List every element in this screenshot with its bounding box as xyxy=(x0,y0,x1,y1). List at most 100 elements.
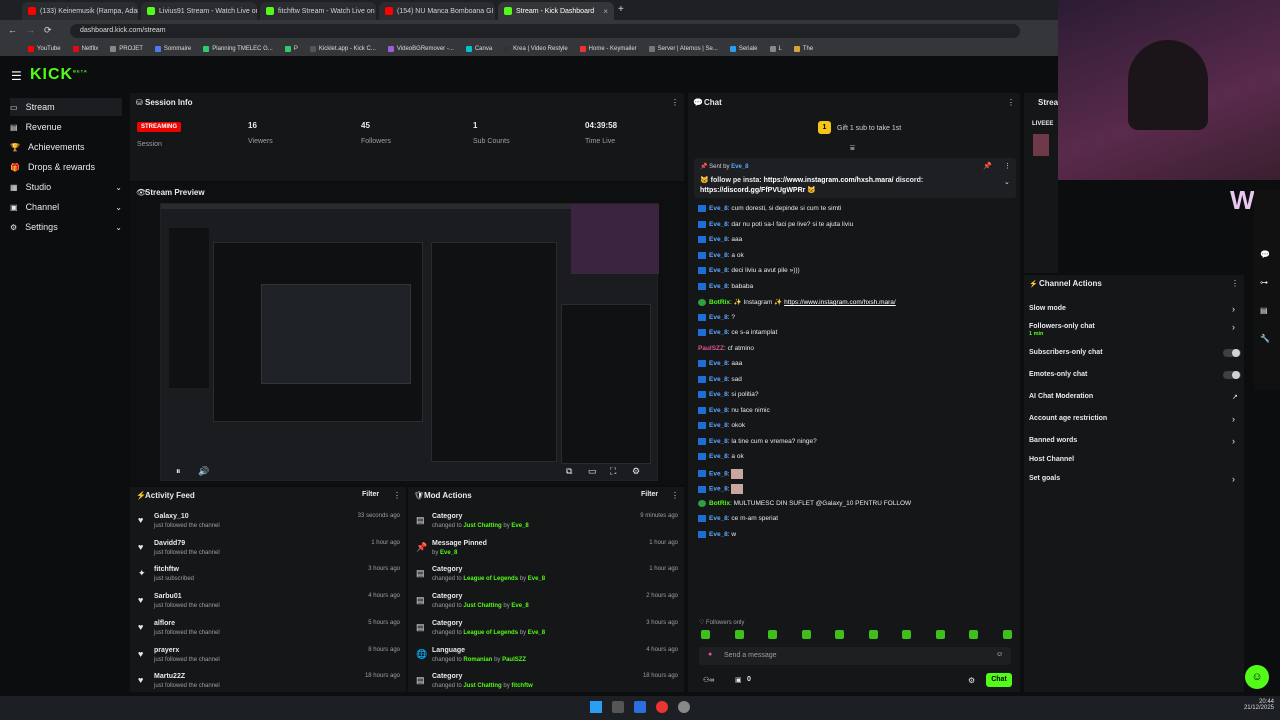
emote-icon[interactable] xyxy=(902,630,911,639)
unpin-icon[interactable]: 📌 xyxy=(983,162,992,170)
activity-user[interactable]: prayerx xyxy=(154,647,179,654)
bookmark-item[interactable]: Netflix xyxy=(72,46,98,52)
emote-icon[interactable] xyxy=(935,630,945,639)
new-tab-icon[interactable]: + xyxy=(618,4,624,15)
chat-message[interactable]: BotRix: ✨ Instagram ✨ https://www.instag… xyxy=(698,298,896,306)
browser-tab[interactable]: (154) NU Manca Bomboana GI× xyxy=(379,2,495,20)
taskbar-app-icon[interactable] xyxy=(612,701,624,713)
chrome-icon[interactable] xyxy=(656,701,668,713)
sidebar-item-revenue[interactable]: ▤ Revenue xyxy=(10,118,122,136)
bookmark-item[interactable]: L xyxy=(769,46,782,52)
chat-username[interactable]: Eve_8 xyxy=(709,453,728,460)
chat-username[interactable]: Eve_8 xyxy=(709,314,728,321)
activity-row[interactable]: ♥ Sarbu01 just followed the channel 4 hours… xyxy=(130,593,406,620)
chat-message[interactable]: Eve_8: la tine cum e vremea? ninge? xyxy=(698,437,817,445)
chest-icon[interactable]: ▣ xyxy=(735,676,742,684)
chat-message[interactable]: Eve_8: ce m-am speriat xyxy=(698,515,778,522)
viewer-icon[interactable]: ⚇∞ xyxy=(703,676,714,684)
emoji-icon[interactable]: ☺ xyxy=(996,651,1003,658)
windows-start-icon[interactable] xyxy=(590,701,602,713)
channel-action-followers-only-chat[interactable]: Followers-only chat 1 min xyxy=(1029,323,1095,337)
pause-icon[interactable]: ⏸ xyxy=(176,466,181,477)
bookmark-item[interactable]: Planning TMELEC G... xyxy=(203,46,273,52)
emote-icon[interactable] xyxy=(701,630,710,639)
sidebar-item-settings[interactable]: ⚙ Settings ⌄ xyxy=(10,218,122,236)
pinned-link-discord[interactable]: https://discord.gg/FfPVUgWPRr xyxy=(700,187,805,194)
tool-icon[interactable]: 🔧 xyxy=(1260,334,1270,343)
chat-username[interactable]: Eve_8 xyxy=(709,438,728,445)
url-field[interactable]: dashboard.kick.com/stream xyxy=(70,24,1020,38)
pinned-more-icon[interactable]: ⋮ xyxy=(1004,162,1011,170)
kick-logo[interactable]: KICKBETA xyxy=(30,66,88,84)
sidebar-item-drops-rewards[interactable]: 🎁 Drops & rewards xyxy=(10,158,122,176)
chevron-right-icon[interactable]: › xyxy=(1232,304,1235,314)
mod-user[interactable]: Eve_8 xyxy=(528,576,545,582)
chat-message[interactable]: Eve_8: okok xyxy=(698,422,745,429)
emote-icon[interactable] xyxy=(801,630,811,639)
live-thumbnail[interactable] xyxy=(1033,134,1049,156)
browser-tab[interactable]: Stream - Kick Dashboard × xyxy=(498,2,614,20)
channel-action-ai-chat-moderation[interactable]: AI Chat Moderation xyxy=(1029,393,1093,400)
settings-icon[interactable]: ⚙ xyxy=(632,466,640,477)
activity-user[interactable]: Davidd79 xyxy=(154,540,185,547)
chat-username[interactable]: PaulSZZ xyxy=(698,345,724,352)
mod-action-row[interactable]: 📌 Message Pinned by Eve_8 1 hour ago xyxy=(408,540,684,567)
back-icon[interactable]: ← xyxy=(8,25,17,35)
chat-message[interactable]: PaulSZZ: cf atmino xyxy=(698,345,754,352)
chat-username[interactable]: Eve_8 xyxy=(709,376,728,383)
chat-username[interactable]: Eve_8 xyxy=(709,391,728,398)
chat-settings-icon[interactable]: ⚙ xyxy=(968,676,975,685)
chat-username[interactable]: Eve_8 xyxy=(709,236,728,243)
chat-message[interactable]: Eve_8: ce s-a intamplat xyxy=(698,329,777,336)
chat-username[interactable]: Eve_8 xyxy=(709,486,728,493)
bookmark-item[interactable]: Canva xyxy=(465,46,492,52)
toggle-switch[interactable] xyxy=(1223,371,1241,379)
link-tool-icon[interactable]: ⊶ xyxy=(1260,278,1268,287)
sidebar-item-stream[interactable]: ▭ Stream xyxy=(10,98,122,116)
pinned-link-instagram[interactable]: https://www.instagram.com/hxsh.mara/ xyxy=(764,177,894,184)
chat-username[interactable]: Eve_8 xyxy=(709,205,728,212)
channel-action-set-goals[interactable]: Set goals xyxy=(1029,475,1060,482)
activity-filter-button[interactable]: Filter xyxy=(362,491,379,498)
chat-username[interactable]: Eve_8 xyxy=(709,407,728,414)
channel-action-slow-mode[interactable]: Slow mode xyxy=(1029,305,1066,312)
chevron-right-icon[interactable]: › xyxy=(1232,322,1235,332)
chat-username[interactable]: Eve_8 xyxy=(709,470,728,477)
mod-filter-button[interactable]: Filter xyxy=(641,491,658,498)
chat-message[interactable]: Eve_8: xyxy=(698,468,744,479)
card-tool-icon[interactable]: ▤ xyxy=(1260,306,1268,315)
activity-user[interactable]: Martu22Z xyxy=(154,673,185,680)
chat-message[interactable]: Eve_8: sad xyxy=(698,375,742,383)
fullscreen-icon[interactable]: ⛶ xyxy=(610,466,616,477)
mic-icon[interactable]: ● xyxy=(708,651,712,658)
chat-message[interactable]: Eve_8: aaa xyxy=(698,236,742,243)
collapse-icon[interactable]: ⩸ xyxy=(850,143,855,153)
mod-user[interactable]: Eve_8 xyxy=(440,550,457,556)
mod-action-row[interactable]: ▤ Category changed to League of Legends by… xyxy=(408,620,684,647)
mod-action-row[interactable]: ▤ Category changed to League of Legends by… xyxy=(408,566,684,593)
theater-icon[interactable]: ▭ xyxy=(588,466,597,477)
reload-icon[interactable]: ⟳ xyxy=(44,25,52,36)
emote-icon[interactable] xyxy=(835,630,844,639)
chat-message[interactable]: Eve_8: deci liviu a avut pile »))) xyxy=(698,267,800,274)
activity-row[interactable]: ✦ fitchftw just subscribed 3 hours ago xyxy=(130,566,406,593)
bookmark-item[interactable]: Krea | Video Restyle xyxy=(504,46,568,52)
channel-actions-more-icon[interactable]: ⋮ xyxy=(1231,279,1239,288)
activity-user[interactable]: alflore xyxy=(154,620,175,627)
expand-icon[interactable]: ⌄ xyxy=(1004,178,1010,186)
mod-more-icon[interactable]: ⋮ xyxy=(671,491,679,500)
activity-user[interactable]: Sarbu01 xyxy=(154,593,182,600)
chevron-right-icon[interactable]: › xyxy=(1232,414,1235,424)
chat-username[interactable]: Eve_8 xyxy=(709,252,728,259)
emote-icon[interactable] xyxy=(734,630,744,639)
mod-user[interactable]: PaulSZZ xyxy=(502,657,526,663)
chat-link[interactable]: https://www.instagram.com/hxsh.mara/ xyxy=(784,299,896,306)
emote-icon[interactable] xyxy=(969,630,978,639)
mod-user[interactable]: Eve_8 xyxy=(511,523,528,529)
support-chat-icon[interactable]: ☺ xyxy=(1245,665,1269,689)
activity-user[interactable]: fitchftw xyxy=(154,566,179,573)
chat-message[interactable]: Eve_8: ? xyxy=(698,313,735,321)
more-icon[interactable]: ⋮ xyxy=(671,98,679,107)
channel-action-subscribers-only-chat[interactable]: Subscribers-only chat xyxy=(1029,349,1103,356)
channel-action-host-channel[interactable]: Host Channel xyxy=(1029,456,1074,463)
